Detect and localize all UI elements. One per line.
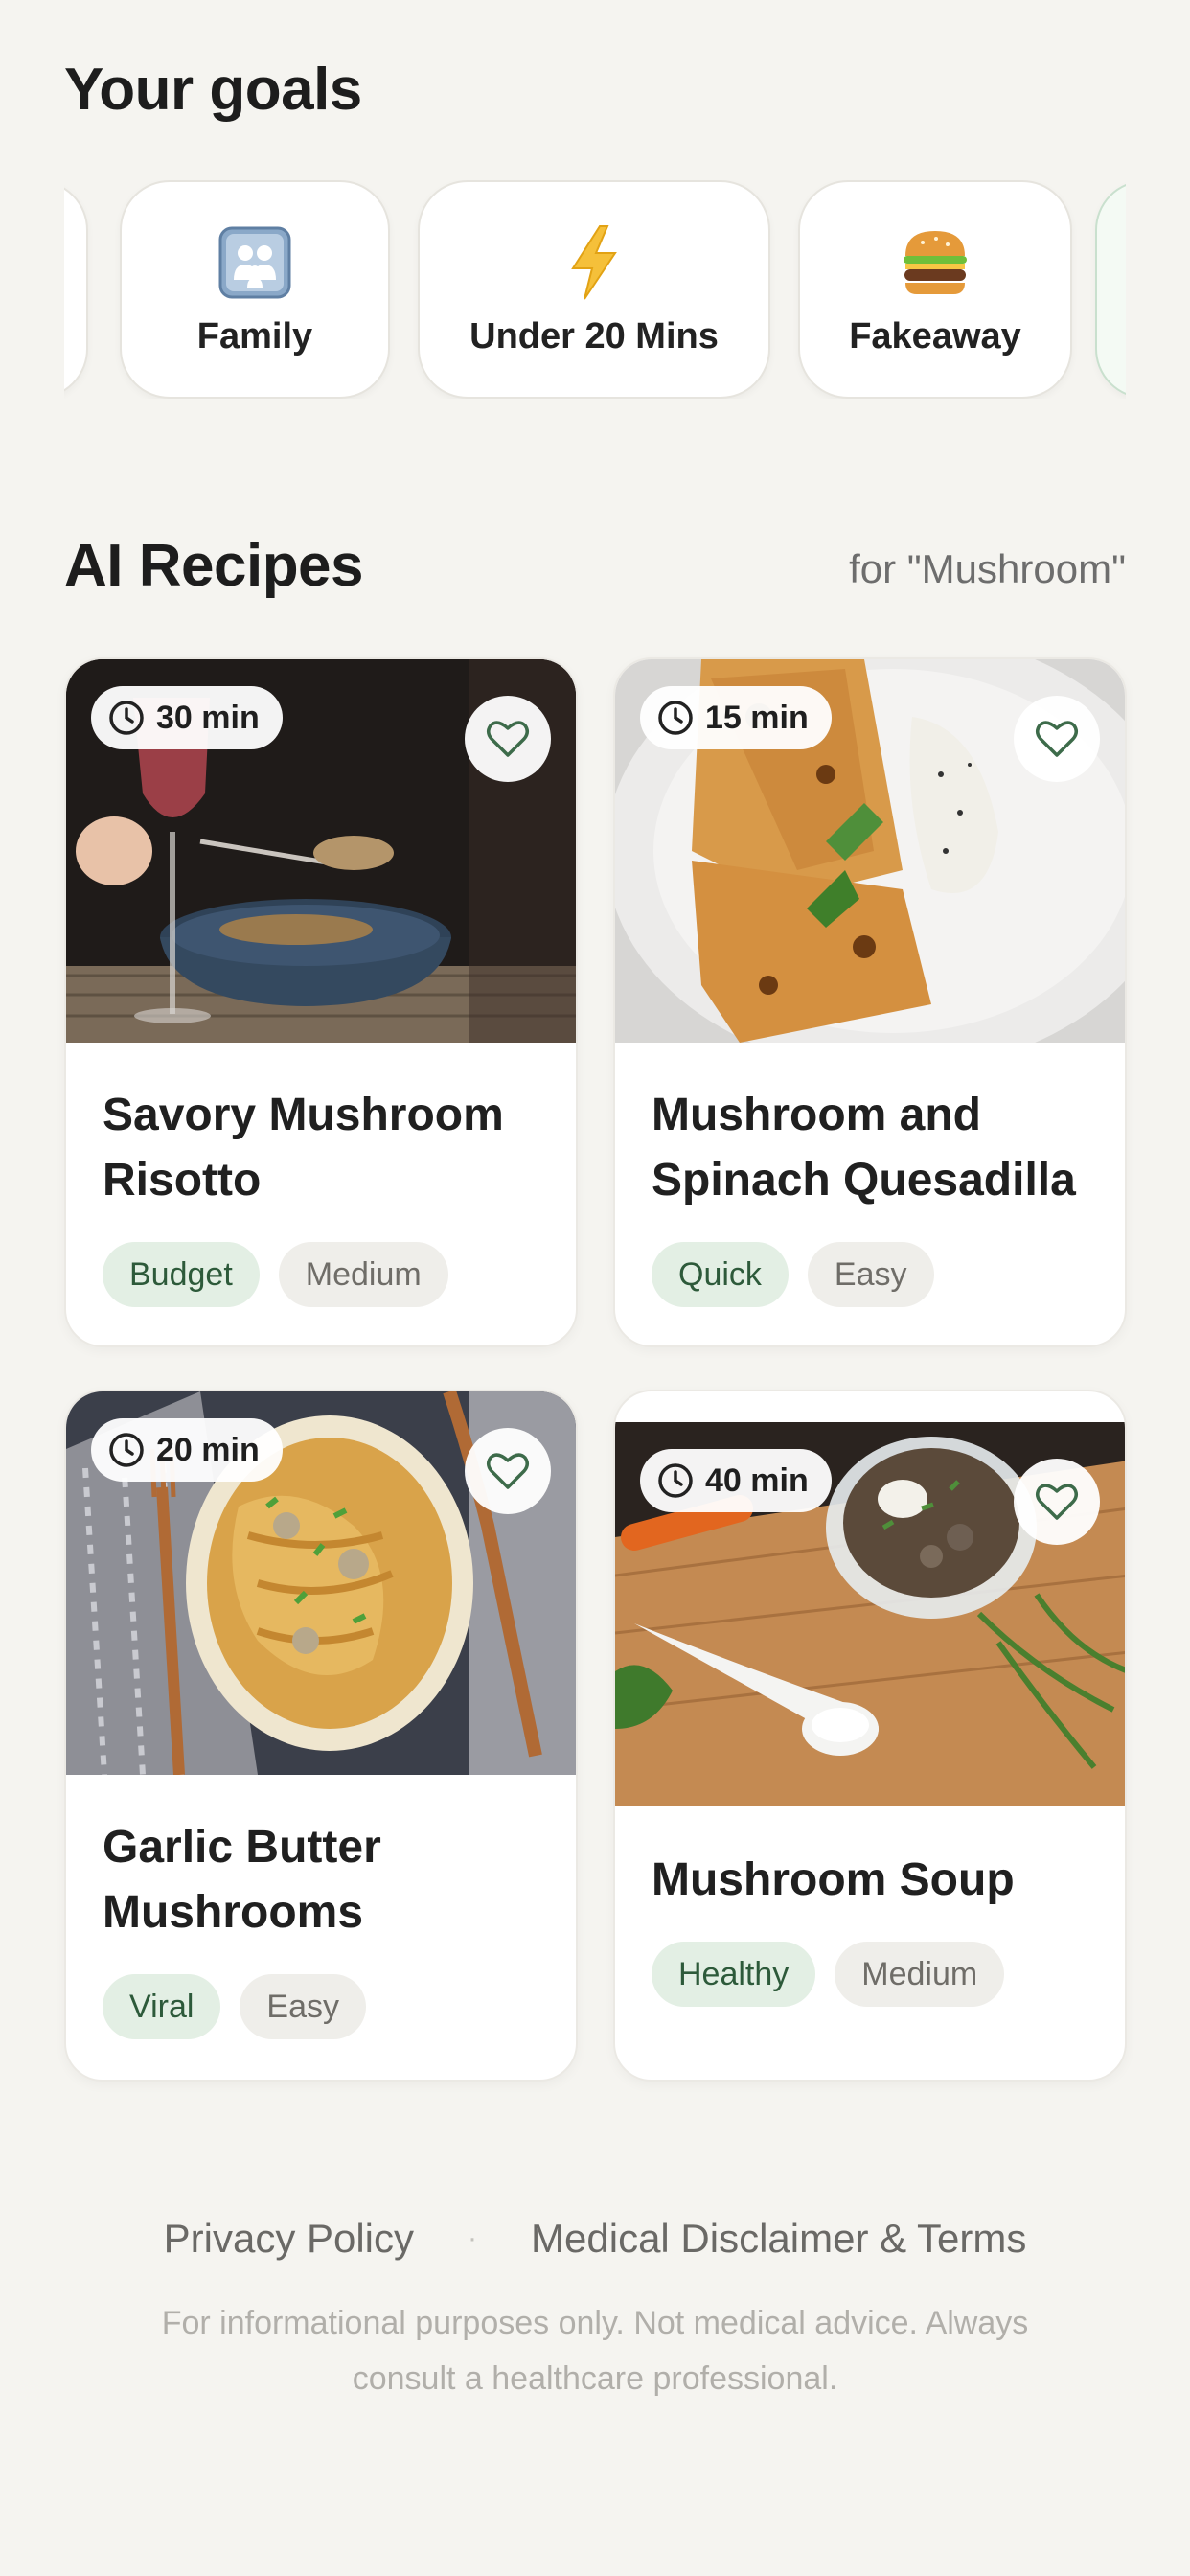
time-label: 20 min — [156, 1431, 260, 1468]
tag-difficulty: Easy — [807, 1242, 934, 1307]
favorite-button[interactable] — [1014, 696, 1100, 782]
heart-icon — [1036, 721, 1078, 757]
heart-icon — [487, 1453, 529, 1489]
tag-budget: Budget — [103, 1242, 260, 1307]
tag-row: Budget Medium — [103, 1242, 448, 1307]
recipes-title: AI Recipes — [64, 533, 364, 599]
recipes-query-label: for "Mushroom" — [849, 546, 1126, 591]
footer-separator: · — [468, 2222, 478, 2254]
goal-chip-family[interactable]: Family — [120, 180, 390, 399]
tag-row: Healthy Medium — [652, 1942, 1005, 2007]
recipe-image: 20 min — [66, 1392, 576, 1775]
clock-icon — [658, 701, 693, 735]
favorite-button[interactable] — [1014, 1459, 1100, 1545]
tag-healthy: Healthy — [652, 1942, 816, 2007]
recipe-title: Garlic Butter Mushrooms — [103, 1822, 381, 1938]
goal-chip-under-20-mins[interactable]: Under 20 Mins — [418, 180, 770, 399]
tag-difficulty: Easy — [240, 1974, 366, 2039]
heart-icon — [1036, 1484, 1078, 1520]
recipe-title: Mushroom Soup — [652, 1854, 1015, 1905]
goals-title: Your goals — [64, 57, 362, 123]
goal-label-family: Family — [196, 315, 313, 356]
recipe-card-quesadilla[interactable]: 15 min Mushroom and Spinach Quesadilla Q… — [613, 657, 1127, 1347]
recipe-title: Savory Mushroom Risotto — [103, 1090, 504, 1206]
time-label: 30 min — [156, 699, 260, 736]
tag-quick: Quick — [652, 1242, 789, 1307]
goal-label-under-20-mins: Under 20 Mins — [469, 315, 719, 356]
medical-disclaimer-link[interactable]: Medical Disclaimer & Terms — [531, 2216, 1026, 2262]
footer-links: Privacy Policy · Medical Disclaimer & Te… — [0, 2216, 1190, 2262]
goal-chip-partial-left[interactable] — [64, 180, 88, 399]
recipe-image: 30 min — [66, 659, 576, 1043]
time-label: 40 min — [705, 1461, 809, 1499]
time-badge: 40 min — [640, 1449, 832, 1512]
burger-icon — [900, 222, 971, 303]
time-badge: 20 min — [91, 1418, 283, 1482]
clock-icon — [109, 1433, 144, 1467]
recipe-title: Mushroom and Spinach Quesadilla — [652, 1090, 1076, 1206]
goal-chip-fakeaway[interactable]: Fakeaway — [798, 180, 1072, 399]
time-label: 15 min — [705, 699, 809, 736]
goals-carousel[interactable]: Family Under 20 Mins Fakeaway — [64, 180, 1126, 399]
recipe-card-soup[interactable]: 40 min Mushroom Soup Healthy Medium — [613, 1390, 1127, 2082]
lightning-icon — [565, 222, 623, 303]
footer-disclaimer-note: For informational purposes only. Not med… — [161, 2305, 1029, 2397]
recipe-card-garlic-butter[interactable]: 20 min Garlic Butter Mushrooms Viral Eas… — [64, 1390, 578, 2082]
recipe-image: 15 min — [615, 659, 1125, 1043]
time-badge: 30 min — [91, 686, 283, 749]
recipe-image: 40 min — [615, 1422, 1125, 1806]
clock-icon — [109, 701, 144, 735]
tag-row: Viral Easy — [103, 1974, 366, 2039]
tag-viral: Viral — [103, 1974, 221, 2039]
tag-difficulty: Medium — [278, 1242, 448, 1307]
goal-label-fakeaway: Fakeaway — [849, 315, 1021, 356]
tag-row: Quick Easy — [652, 1242, 934, 1307]
recipe-card-risotto[interactable]: 30 min Savory Mushroom Risotto Budget Me… — [64, 657, 578, 1347]
time-badge: 15 min — [640, 686, 832, 749]
clock-icon — [658, 1463, 693, 1498]
tag-difficulty: Medium — [835, 1942, 1005, 2007]
goal-chip-partial-right[interactable] — [1095, 180, 1126, 399]
heart-icon — [487, 721, 529, 757]
favorite-button[interactable] — [465, 1428, 551, 1514]
family-icon — [218, 222, 291, 303]
favorite-button[interactable] — [465, 696, 551, 782]
privacy-policy-link[interactable]: Privacy Policy — [164, 2216, 414, 2262]
